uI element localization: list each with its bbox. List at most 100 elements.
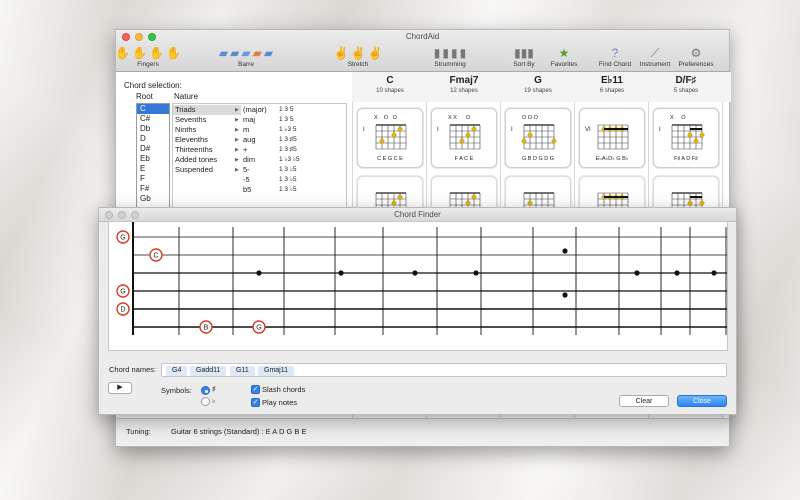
tuning-value[interactable]: Guitar 6 strings (Standard) : E A D G B … bbox=[171, 427, 306, 436]
finder-minimize-button[interactable] bbox=[118, 211, 126, 219]
toolbar-stretch-icons: ✌ ✌ ✌ bbox=[334, 44, 383, 60]
quality-item[interactable]: aug bbox=[243, 135, 283, 145]
strumming-icon[interactable]: ▮ bbox=[451, 46, 458, 60]
fret-position-marker bbox=[256, 270, 262, 276]
chord-shape-card[interactable]: I X O F♯ A D F♯ bbox=[653, 108, 719, 168]
root-item[interactable]: C# bbox=[137, 114, 169, 124]
nature-list[interactable]: Triads ▶ Sevenths ▶ Ninths ▶ Elevenths ▶ Thirtee… bbox=[172, 103, 347, 213]
chord-shape-card[interactable]: I O O O G B D G D G bbox=[505, 108, 571, 168]
toolbar-instrument[interactable]: ⟋ Instrument bbox=[639, 44, 671, 68]
root-item[interactable]: C bbox=[137, 104, 169, 114]
preferences-icon[interactable]: ⚙ bbox=[691, 46, 702, 60]
slash-chords-checkbox[interactable]: ✓ bbox=[251, 385, 260, 394]
chord-selection-label: Chord selection: bbox=[124, 81, 182, 90]
chord-name-suggestion[interactable]: Gadd11 bbox=[190, 366, 227, 376]
chord-name-suggestion[interactable]: G4 bbox=[166, 366, 188, 376]
chord-notes: F♯ A D F♯ bbox=[674, 156, 698, 162]
strumming-icon[interactable]: ▮ bbox=[442, 46, 449, 60]
chord-notes: E♭A♭D♭ G B♭ bbox=[595, 156, 629, 162]
symbol-flat-radio[interactable] bbox=[201, 397, 210, 406]
toolbar-strumming-icons: ▮ ▮ ▮ ▮ bbox=[426, 44, 474, 60]
quality-item[interactable]: maj bbox=[243, 115, 283, 125]
formula-item: 1 3 ♯5 bbox=[279, 136, 297, 143]
toolbar-strumming[interactable]: ▮ ▮ ▮ ▮ Strumming bbox=[426, 44, 474, 68]
fretboard-panel[interactable]: G C G D B G bbox=[108, 221, 728, 351]
zoom-window-button[interactable] bbox=[148, 33, 156, 41]
fingers-icon[interactable]: ✋ bbox=[166, 46, 181, 60]
instrument-icon[interactable]: ⟋ bbox=[651, 46, 659, 60]
fretboard[interactable]: G C G D B G bbox=[109, 222, 729, 352]
toolbar-favorites[interactable]: ★ Favorites bbox=[549, 44, 579, 68]
quality-item[interactable]: 5- bbox=[243, 165, 283, 175]
root-item[interactable]: Gb bbox=[137, 194, 169, 204]
play-button[interactable]: ▶ bbox=[108, 382, 132, 394]
stretch-icon[interactable]: ✌ bbox=[367, 46, 382, 60]
root-item[interactable]: D bbox=[137, 134, 169, 144]
submenu-arrow-icon: ▶ bbox=[235, 127, 239, 133]
play-notes-checkbox[interactable]: ✓ bbox=[251, 398, 260, 407]
barre-icon[interactable]: ▰ bbox=[230, 46, 239, 60]
toolbar-findchord[interactable]: ? Find Chord bbox=[598, 44, 632, 68]
root-item[interactable]: F bbox=[137, 174, 169, 184]
chord-name-suggestion[interactable]: Gmaj11 bbox=[258, 366, 294, 376]
barre-icon[interactable]: ▰ bbox=[253, 46, 262, 60]
barre-icon[interactable]: ▰ bbox=[219, 46, 228, 60]
chord-shape-card[interactable]: VI E♭A♭D♭ G B♭ bbox=[579, 108, 645, 168]
root-item[interactable]: F# bbox=[137, 184, 169, 194]
quality-item[interactable]: dim bbox=[243, 155, 283, 165]
nature-item[interactable]: Added tones bbox=[173, 155, 241, 165]
toolbar-stretch[interactable]: ✌ ✌ ✌ Stretch bbox=[334, 44, 383, 68]
main-window-title: ChordAid bbox=[405, 32, 440, 41]
root-item[interactable]: E bbox=[137, 164, 169, 174]
chord-name: Fmaj7 bbox=[449, 75, 479, 86]
root-item[interactable]: Db bbox=[137, 124, 169, 134]
strumming-icon[interactable]: ▮ bbox=[434, 46, 441, 60]
findchord-icon[interactable]: ? bbox=[612, 46, 619, 60]
toolbar-preferences[interactable]: ⚙ Preferences bbox=[676, 44, 716, 68]
nature-item[interactable]: Ninths bbox=[173, 125, 241, 135]
nature-item[interactable]: Suspended bbox=[173, 165, 241, 175]
fret-position-marker bbox=[674, 270, 680, 276]
strumming-icon[interactable]: ▮ bbox=[460, 46, 467, 60]
nature-item[interactable]: Thirteenths bbox=[173, 145, 241, 155]
minimize-window-button[interactable] bbox=[135, 33, 143, 41]
stretch-icon[interactable]: ✌ bbox=[334, 46, 349, 60]
fingers-icon[interactable]: ✋ bbox=[149, 46, 164, 60]
quality-item[interactable]: b5 bbox=[243, 185, 283, 195]
favorites-icon[interactable]: ★ bbox=[559, 46, 570, 60]
chord-name-suggestion[interactable]: G11 bbox=[230, 366, 255, 376]
clear-button[interactable]: Clear bbox=[619, 395, 669, 407]
symbols-label: Symbols: bbox=[161, 386, 192, 395]
toolbar-findchord-icons: ? bbox=[598, 44, 632, 60]
close-button[interactable]: Close bbox=[677, 395, 727, 407]
barre-icon[interactable]: ▰ bbox=[264, 46, 273, 60]
window-controls bbox=[122, 33, 156, 41]
barre-icon[interactable]: ▰ bbox=[241, 46, 250, 60]
chord-shape-card[interactable]: I X O O C E G C E bbox=[357, 108, 423, 168]
quality-item[interactable]: + bbox=[243, 145, 283, 155]
finder-zoom-button[interactable] bbox=[131, 211, 139, 219]
formula-item: 1 ♭3 5 bbox=[279, 126, 297, 133]
chord-shape-card[interactable]: I X X O F A C E bbox=[431, 108, 497, 168]
main-toolbar: ChordAid ✋ ✋ ✋ ✋ Fingers ▰ ▰ ▰ ▰ ▰ Barre ✌ ✌ ✌ Stretch… bbox=[115, 30, 729, 72]
stretch-icon[interactable]: ✌ bbox=[351, 46, 366, 60]
quality-item[interactable]: (major) bbox=[243, 105, 283, 115]
root-item[interactable]: D# bbox=[137, 144, 169, 154]
root-list[interactable]: C C# Db D D# Eb E F F# Gb bbox=[136, 103, 170, 213]
fingers-icon[interactable]: ✋ bbox=[115, 46, 130, 60]
sortby-icon[interactable]: ▮▮▮ bbox=[514, 46, 534, 60]
chord-name: D/F♯ bbox=[675, 75, 697, 86]
toolbar-barre[interactable]: ▰ ▰ ▰ ▰ ▰ Barre bbox=[216, 44, 276, 68]
fingers-icon[interactable]: ✋ bbox=[132, 46, 147, 60]
quality-item[interactable]: m bbox=[243, 125, 283, 135]
toolbar-fingers[interactable]: ✋ ✋ ✋ ✋ Fingers bbox=[115, 44, 181, 68]
nature-item[interactable]: Triads bbox=[173, 105, 241, 115]
nature-item[interactable]: Elevenths bbox=[173, 135, 241, 145]
close-window-button[interactable] bbox=[122, 33, 130, 41]
symbol-sharp-radio[interactable] bbox=[201, 386, 210, 395]
toolbar-sortby[interactable]: ▮▮▮ Sort By bbox=[511, 44, 537, 68]
nature-item[interactable]: Sevenths bbox=[173, 115, 241, 125]
root-item[interactable]: Eb bbox=[137, 154, 169, 164]
quality-item[interactable]: -5 bbox=[243, 175, 283, 185]
finder-close-button[interactable] bbox=[105, 211, 113, 219]
